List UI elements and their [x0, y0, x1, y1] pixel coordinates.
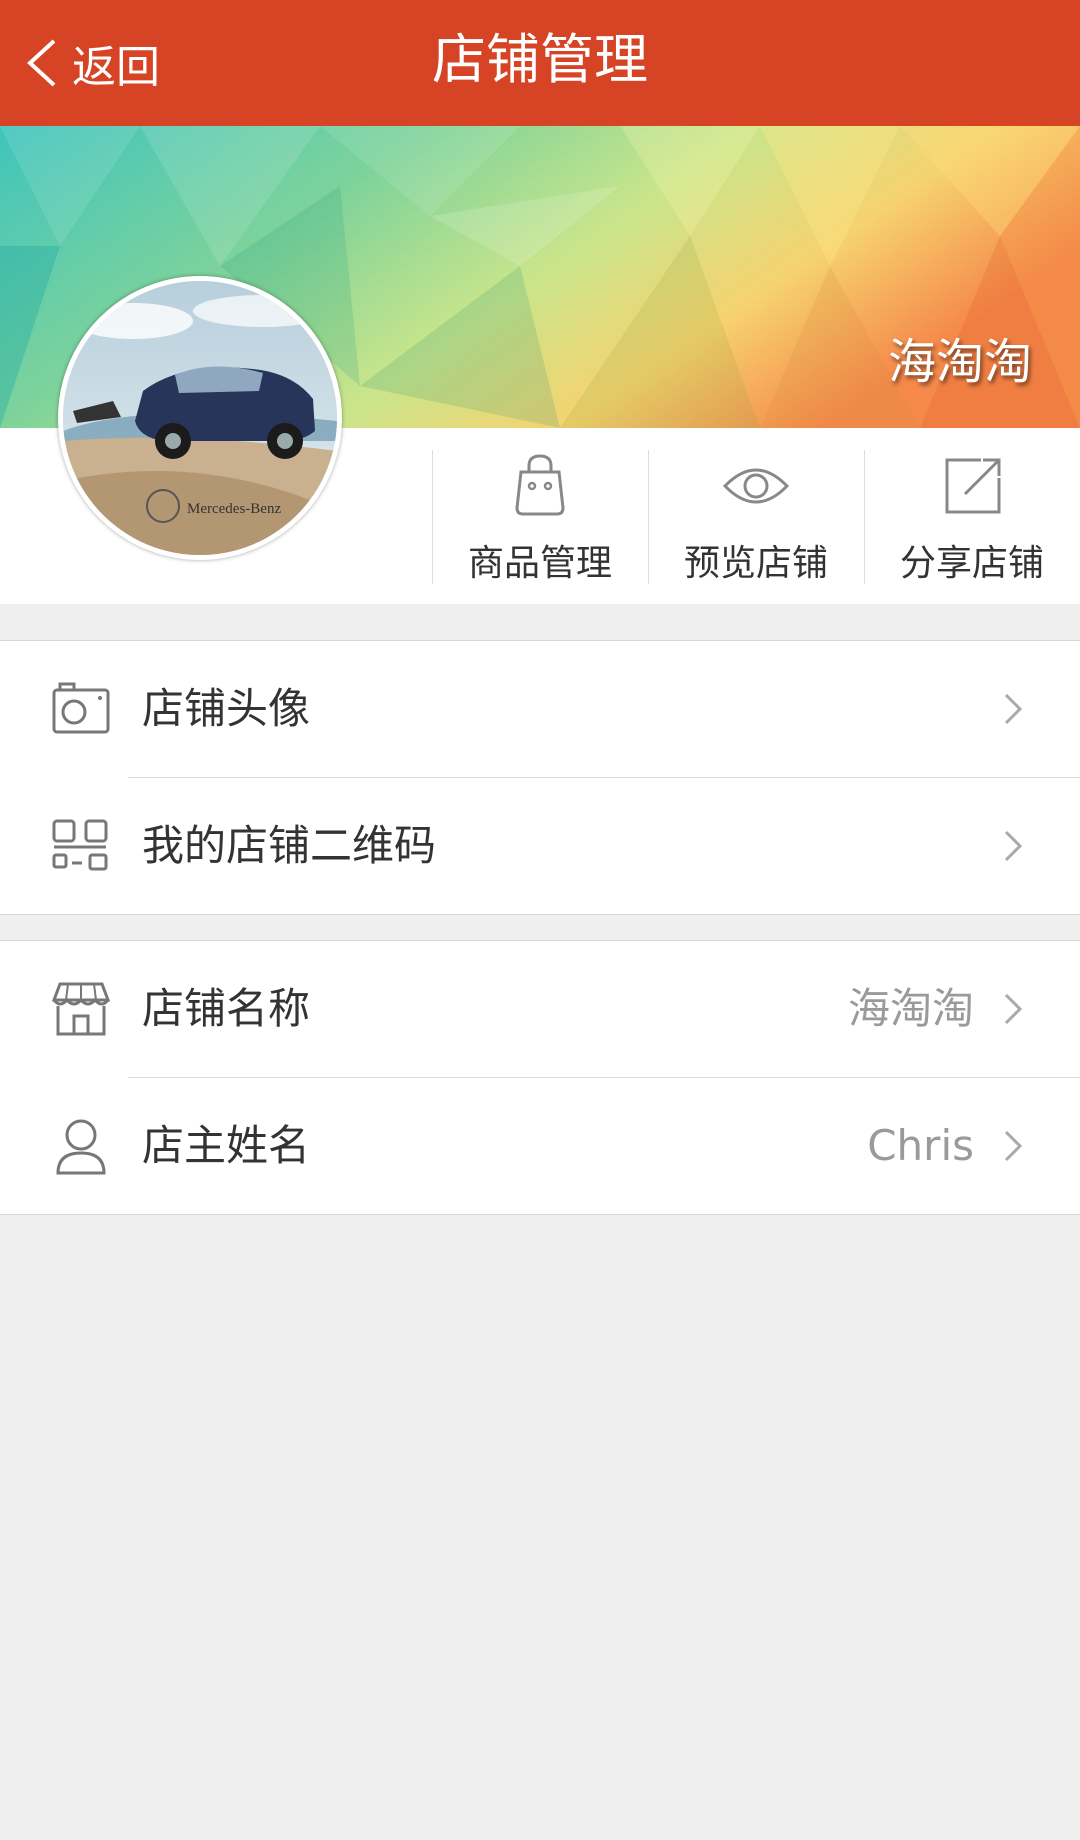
- row-label: 我的店铺二维码: [142, 821, 437, 870]
- owner-name-value: Chris: [867, 1121, 974, 1170]
- banner-shop-name: 海淘淘: [887, 334, 1032, 390]
- action-label: 预览店铺: [683, 543, 828, 584]
- share-shop-button[interactable]: 分享店铺: [864, 450, 1080, 584]
- owner-name-row[interactable]: 店主姓名 Chris: [0, 1078, 1080, 1214]
- avatar-brand-text: Mercedes-Benz: [187, 501, 281, 517]
- car-photo: Mercedes-Benz: [63, 281, 337, 555]
- storefront-icon: [51, 982, 111, 1036]
- product-management-button[interactable]: 商品管理: [432, 450, 648, 584]
- chevron-right-icon: [1004, 693, 1023, 725]
- row-label: 店铺头像: [142, 684, 311, 733]
- eye-icon: [722, 468, 790, 504]
- user-icon: [56, 1119, 106, 1175]
- row-label: 店主姓名: [142, 1121, 311, 1170]
- shop-name-row[interactable]: 店铺名称 海淘淘: [0, 941, 1080, 1077]
- settings-group-info: 店铺名称 海淘淘 店主姓名 Chris: [0, 940, 1080, 1215]
- row-label: 店铺名称: [142, 984, 311, 1033]
- camera-icon: [52, 682, 110, 734]
- shopping-bag-icon: [515, 454, 565, 516]
- shop-name-value: 海淘淘: [847, 984, 974, 1033]
- page-title: 店铺管理: [432, 28, 648, 91]
- preview-shop-button[interactable]: 预览店铺: [648, 450, 864, 584]
- shop-qr-code-row[interactable]: 我的店铺二维码: [0, 778, 1080, 914]
- shop-avatar[interactable]: Mercedes-Benz: [58, 276, 342, 560]
- chevron-right-icon: [1004, 1130, 1023, 1162]
- action-label: 商品管理: [467, 543, 612, 584]
- chevron-right-icon: [1004, 993, 1023, 1025]
- action-label: 分享店铺: [899, 543, 1044, 584]
- top-bar: 返回 店铺管理: [0, 0, 1080, 126]
- chevron-right-icon: [1004, 830, 1023, 862]
- settings-group-media: 店铺头像 我的店铺二维码: [0, 640, 1080, 915]
- qr-code-icon: [52, 819, 108, 871]
- shop-avatar-row[interactable]: 店铺头像: [0, 641, 1080, 777]
- share-icon: [945, 458, 1001, 514]
